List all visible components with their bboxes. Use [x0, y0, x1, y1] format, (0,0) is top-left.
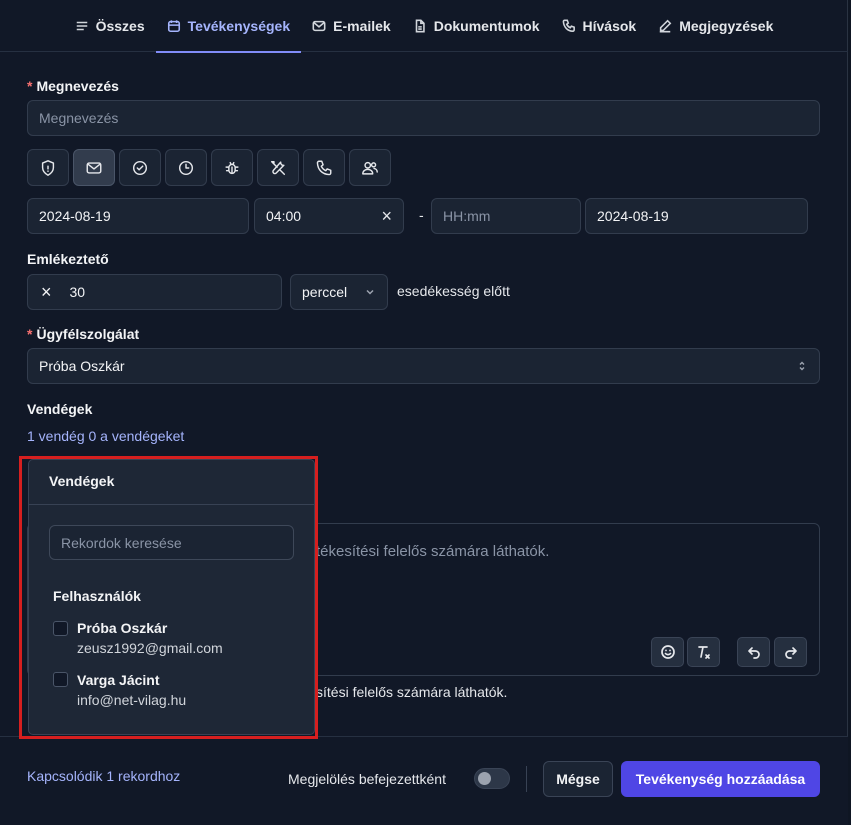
calendar-icon	[167, 20, 180, 33]
owner-select[interactable]: Próba Oszkár	[27, 348, 820, 384]
start-time-input[interactable]: 04:00 ×	[254, 198, 404, 234]
tab-calls-label: Hívások	[582, 18, 637, 34]
start-time-value: 04:00	[266, 208, 302, 224]
clear-format-button[interactable]	[687, 637, 720, 667]
clear-start-time-icon[interactable]: ×	[381, 206, 392, 227]
phone-icon	[562, 19, 575, 32]
end-date-input[interactable]: 2024-08-19	[585, 198, 808, 234]
type-shield-button[interactable]	[27, 149, 69, 186]
phone-icon	[316, 160, 332, 175]
name-input[interactable]: Megnevezés	[27, 100, 820, 136]
users-icon	[362, 161, 378, 175]
tab-all[interactable]: Összes	[64, 0, 156, 52]
reminder-input[interactable]: × 30	[27, 274, 282, 310]
smile-icon	[660, 645, 675, 659]
shield-icon	[41, 159, 55, 176]
tab-emails[interactable]: E-mailek	[301, 0, 402, 52]
tools-icon	[270, 160, 286, 175]
mail-icon	[312, 20, 326, 32]
type-meeting-button[interactable]	[349, 149, 391, 186]
redo-button[interactable]	[774, 637, 807, 667]
document-icon	[415, 19, 425, 33]
reminder-suffix: esedékesség előtt	[397, 283, 510, 299]
start-date-value: 2024-08-19	[39, 208, 111, 224]
start-date-input[interactable]: 2024-08-19	[27, 198, 249, 234]
highlight-frame	[19, 456, 318, 739]
add-activity-button[interactable]: Tevékenység hozzáadása	[621, 761, 820, 797]
type-email-button[interactable]	[73, 149, 115, 186]
type-call-button[interactable]	[303, 149, 345, 186]
undo-button[interactable]	[737, 637, 770, 667]
type-task-button[interactable]	[119, 149, 161, 186]
tab-notes[interactable]: Megjegyzések	[647, 0, 784, 52]
clear-reminder-icon[interactable]: ×	[39, 282, 52, 303]
tab-activities-label: Tevékenységek	[187, 18, 291, 34]
tab-emails-label: E-mailek	[333, 18, 391, 34]
pencil-icon	[659, 19, 672, 33]
end-time-input[interactable]: HH:mm	[431, 198, 581, 234]
time-range-separator: -	[419, 207, 424, 223]
mail-icon	[86, 161, 102, 174]
type-deadline-button[interactable]	[165, 149, 207, 186]
reminder-label: Emlékeztető	[27, 251, 109, 267]
footer-divider	[526, 766, 527, 792]
mark-done-toggle[interactable]	[474, 768, 510, 789]
tab-documents-label: Dokumentumok	[433, 18, 540, 34]
bug-icon	[225, 161, 239, 174]
tab-bar: Összes Tevékenységek E-mailek Dokumentum…	[0, 0, 848, 53]
type-bug-button[interactable]	[211, 149, 253, 186]
redo-icon	[784, 647, 797, 659]
cancel-button[interactable]: Mégse	[543, 761, 613, 797]
guests-link[interactable]: 1 vendég 0 a vendégeket	[27, 428, 184, 444]
end-date-value: 2024-08-19	[597, 208, 669, 224]
owner-value: Próba Oszkár	[39, 358, 125, 374]
tab-documents[interactable]: Dokumentumok	[402, 0, 551, 52]
list-icon	[76, 21, 87, 31]
undo-icon	[747, 647, 760, 659]
type-tools-button[interactable]	[257, 149, 299, 186]
editor-hint: sítési felelős számára láthatók.	[316, 684, 508, 700]
mark-done-label: Megjelölés befejezettként	[288, 771, 446, 787]
tab-all-label: Összes	[95, 18, 145, 34]
name-label: * Megnevezés	[27, 78, 119, 94]
editor-placeholder: tékesítési felelős számára láthatók.	[316, 543, 550, 560]
tab-calls[interactable]: Hívások	[551, 0, 648, 52]
end-time-placeholder: HH:mm	[443, 208, 491, 224]
clear-format-icon	[697, 646, 710, 659]
tab-notes-label: Megjegyzések	[679, 18, 774, 34]
guests-label: Vendégek	[27, 401, 93, 417]
chevron-down-icon	[366, 289, 374, 295]
clock-icon	[178, 160, 194, 175]
activity-panel: Összes Tevékenységek E-mailek Dokumentum…	[0, 0, 848, 825]
reminder-unit-value: perccel	[302, 284, 348, 300]
chevron-updown-icon	[799, 361, 805, 371]
owner-label: * Ügyfélszolgálat	[27, 326, 140, 342]
name-placeholder: Megnevezés	[39, 110, 119, 126]
tab-activities[interactable]: Tevékenységek	[155, 0, 302, 53]
check-circle-icon	[132, 160, 148, 175]
reminder-unit-select[interactable]: perccel	[290, 274, 388, 310]
emoji-button[interactable]	[651, 637, 684, 667]
reminder-value: 30	[69, 284, 86, 300]
related-records-link[interactable]: Kapcsolódik 1 rekordhoz	[27, 768, 180, 784]
